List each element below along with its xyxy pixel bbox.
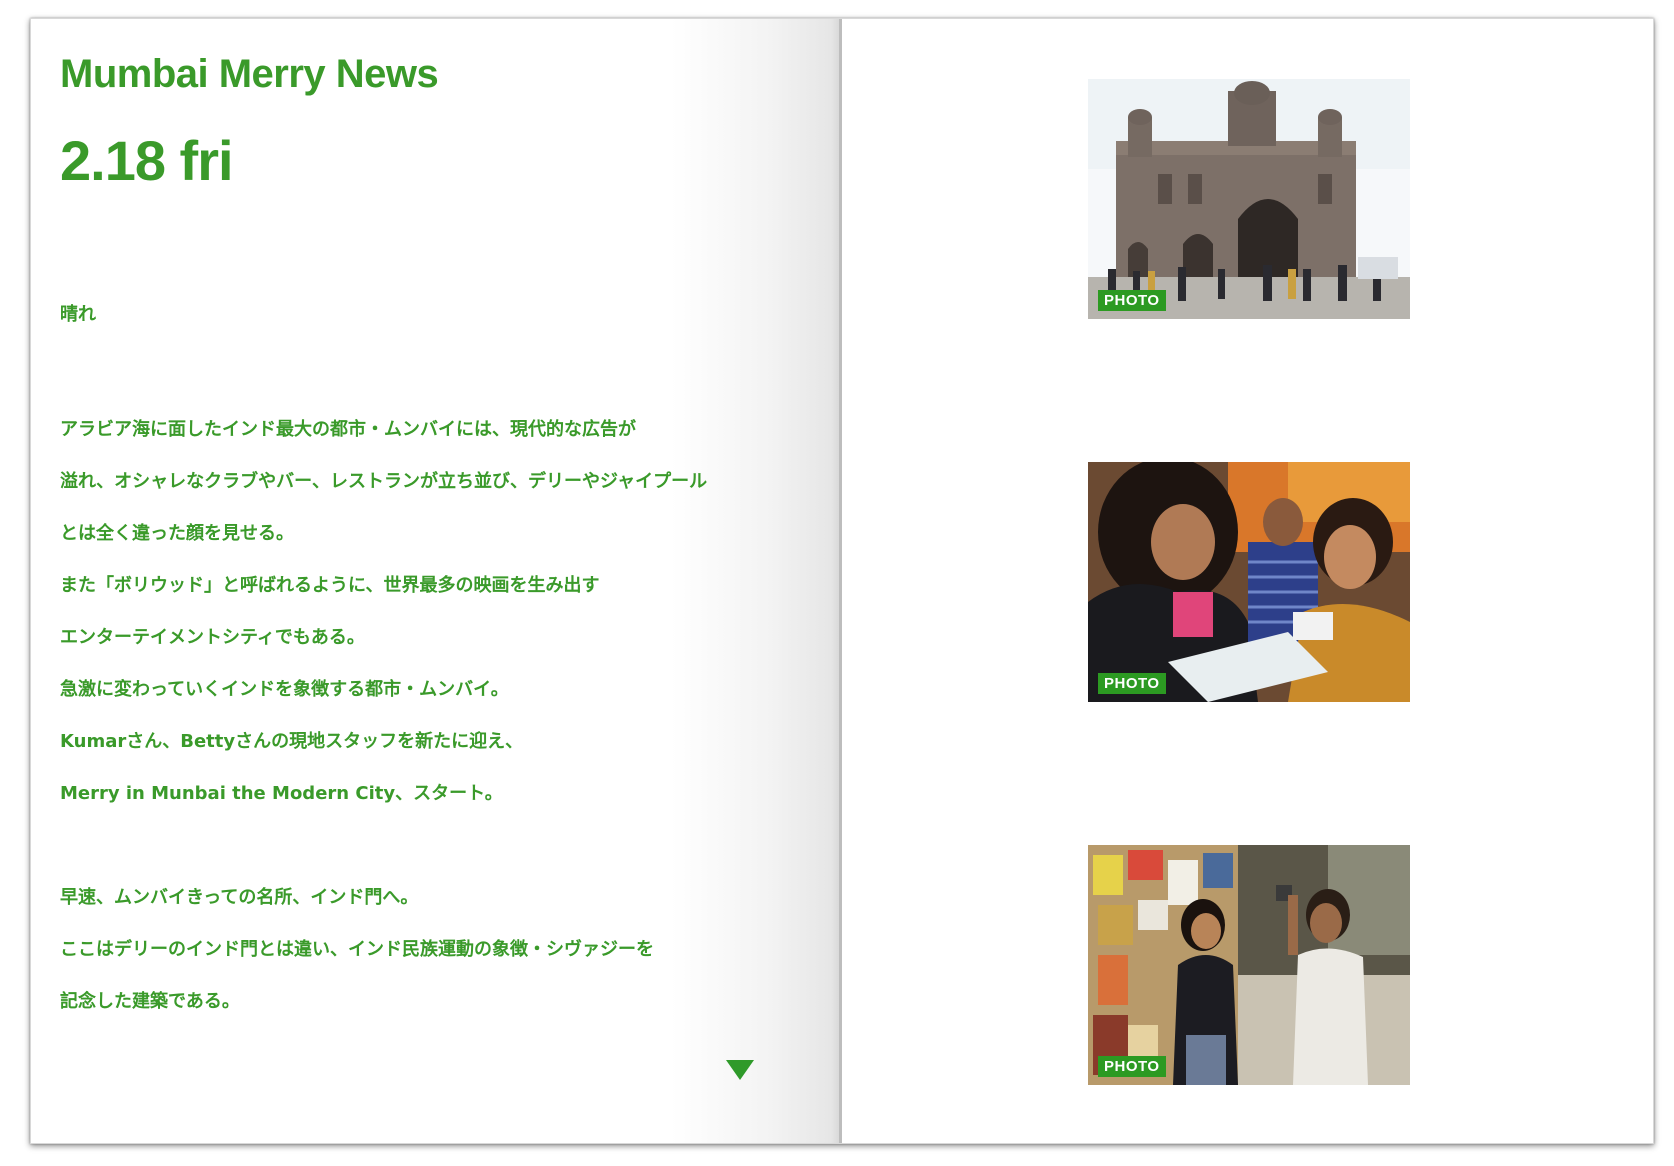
date-heading: 2.18 fri: [60, 129, 234, 192]
article-body: アラビア海に面したインド最大の都市・ムンバイには、現代的な広告が 溢れ、オシャレ…: [60, 404, 760, 1028]
body-line: ここはデリーのインド門とは違い、インド民族運動の象徴・シヴァジーを: [60, 939, 654, 960]
body-line: アラビア海に面したインド最大の都市・ムンバイには、現代的な広告が: [60, 419, 636, 440]
body-line: Kumarさん、Bettyさんの現地スタッフを新たに迎え、: [60, 731, 524, 752]
body-line: とは全く違った顔を見せる。: [60, 523, 294, 544]
body-line: また「ボリウッド」と呼ばれるように、世界最多の映画を生み出す: [60, 575, 600, 596]
photo-street-interview[interactable]: PHOTO: [1088, 845, 1410, 1085]
women-writing-photo-image: [1088, 462, 1410, 702]
body-line: Merry in Munbai the Modern City、スタート。: [60, 783, 503, 804]
body-line: 溢れ、オシャレなクラブやバー、レストランが立ち並び、デリーやジャイプール: [60, 471, 708, 492]
photo-badge: PHOTO: [1098, 1056, 1166, 1077]
body-line: 記念した建築である。: [60, 991, 240, 1012]
photo-women-writing[interactable]: PHOTO: [1088, 462, 1410, 702]
page-title: Mumbai Merry News: [60, 52, 439, 96]
weather-label: 晴れ: [60, 304, 96, 325]
street-interview-photo-image: [1088, 845, 1410, 1085]
body-line: 早速、ムンバイきっての名所、インド門へ。: [60, 887, 419, 908]
gateway-photo-image: [1088, 79, 1410, 319]
photo-badge: PHOTO: [1098, 673, 1166, 694]
photo-badge: PHOTO: [1098, 290, 1166, 311]
next-page-arrow-icon[interactable]: [726, 1060, 754, 1080]
body-line: 急激に変わっていくインドを象徴する都市・ムンバイ。: [60, 679, 509, 700]
photo-gateway[interactable]: PHOTO: [1088, 79, 1410, 319]
body-line: エンターテイメントシティでもある。: [60, 627, 365, 648]
